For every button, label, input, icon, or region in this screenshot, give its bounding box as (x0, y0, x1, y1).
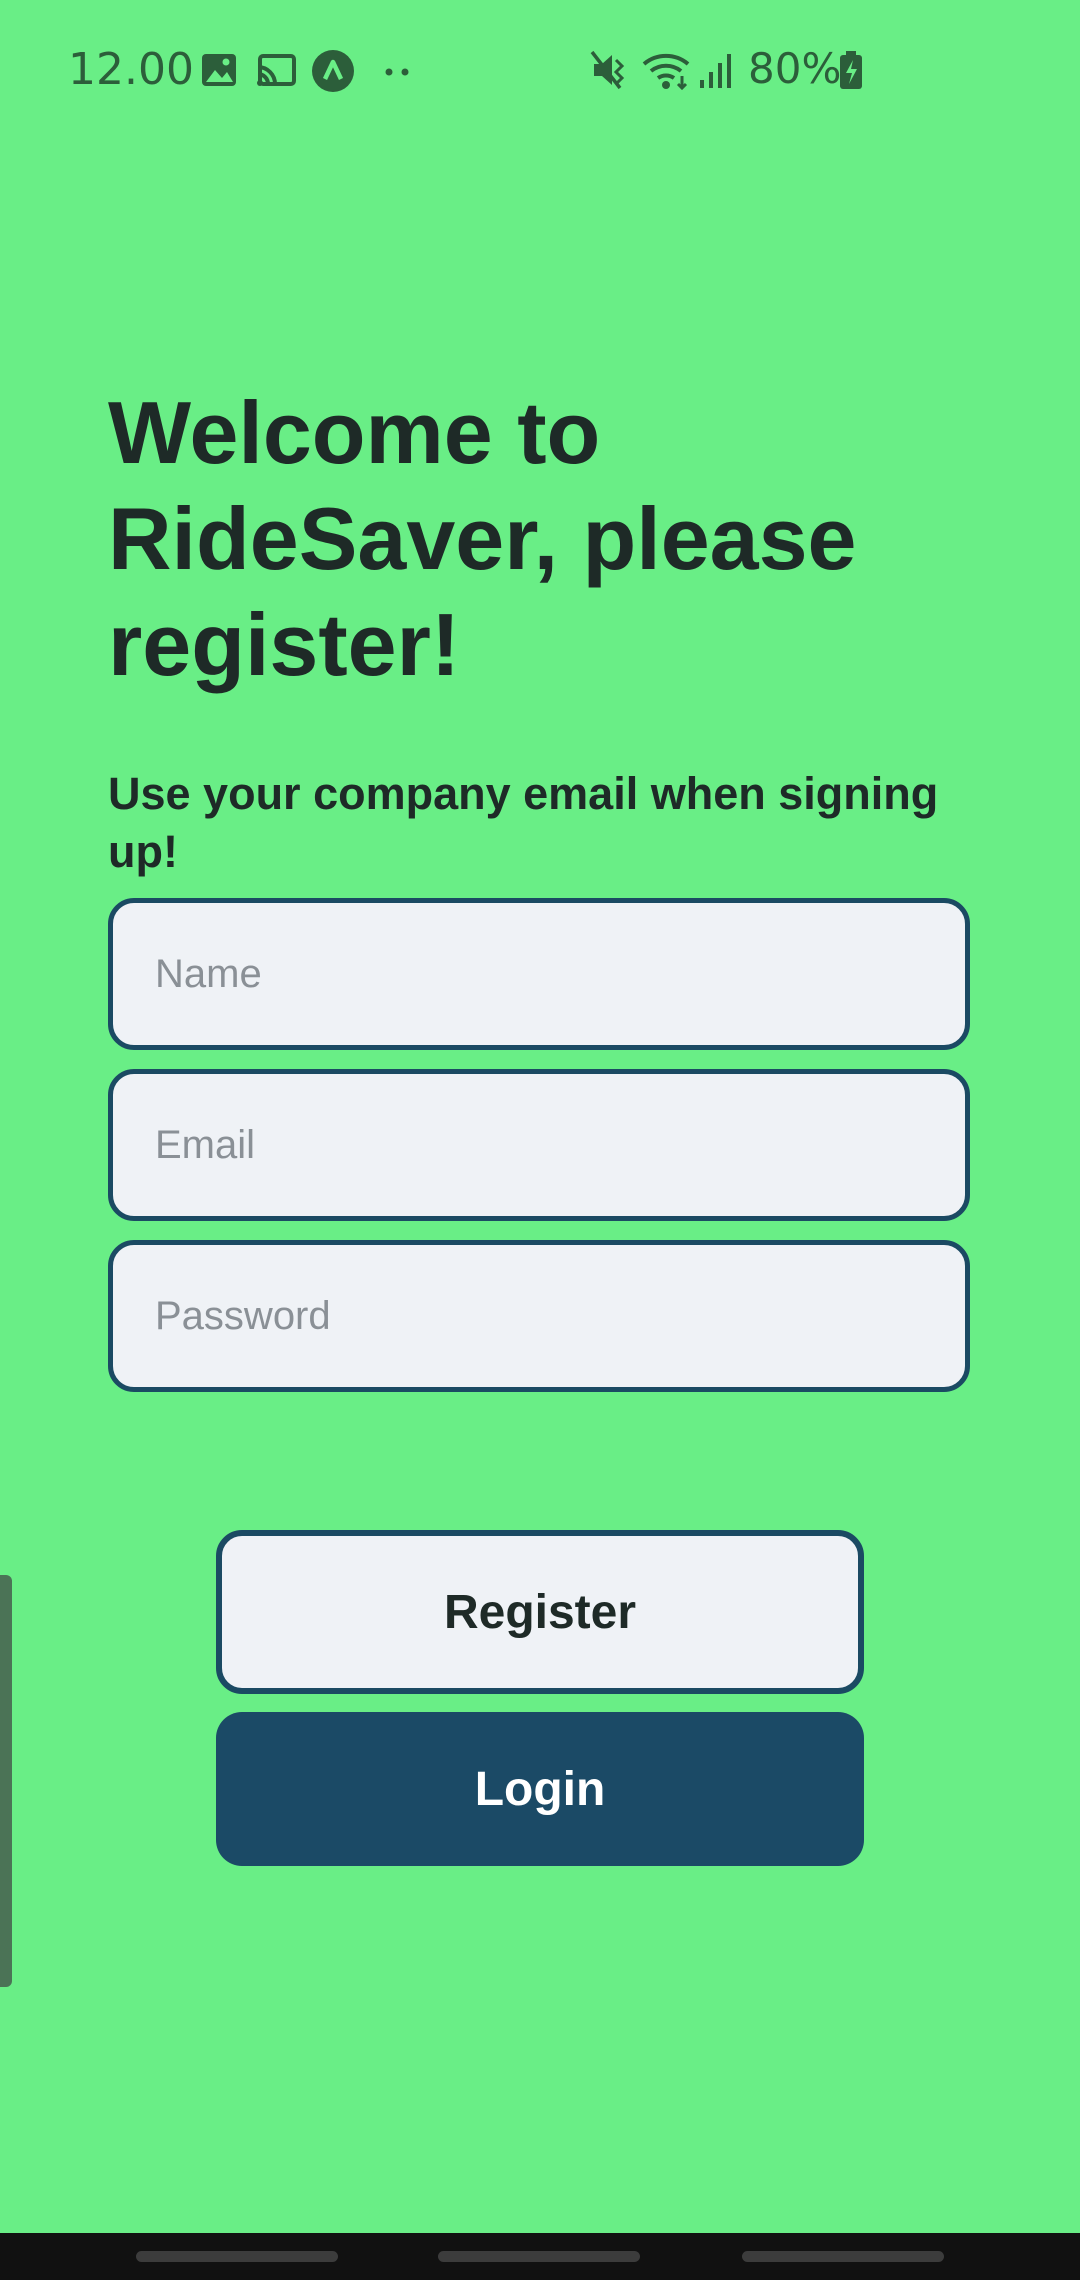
page-subtitle: Use your company email when signing up! (108, 768, 939, 877)
battery-charging-icon (838, 50, 864, 95)
navigation-bar (0, 2233, 1080, 2280)
page-title: Welcome to RideSaver, please register! (108, 383, 857, 694)
nav-back-pill[interactable] (742, 2251, 944, 2262)
more-dots-icon (384, 64, 412, 82)
mute-icon (590, 50, 630, 95)
cast-icon (256, 50, 298, 95)
edge-panel-handle[interactable] (0, 1575, 12, 1987)
signal-icon (698, 50, 734, 95)
name-field[interactable] (108, 898, 970, 1050)
app-notification-icon (310, 48, 356, 99)
wifi-icon (642, 50, 694, 95)
battery-percentage: 80% (748, 44, 842, 93)
email-field[interactable] (108, 1069, 970, 1221)
status-bar: 12.00 80% (0, 0, 1080, 145)
nav-recents-pill[interactable] (136, 2251, 338, 2262)
nav-home-pill[interactable] (438, 2251, 640, 2262)
image-icon (200, 50, 240, 95)
password-field[interactable] (108, 1240, 970, 1392)
register-button[interactable]: Register (216, 1530, 864, 1694)
status-time: 12.00 (68, 44, 194, 95)
login-button[interactable]: Login (216, 1712, 864, 1866)
